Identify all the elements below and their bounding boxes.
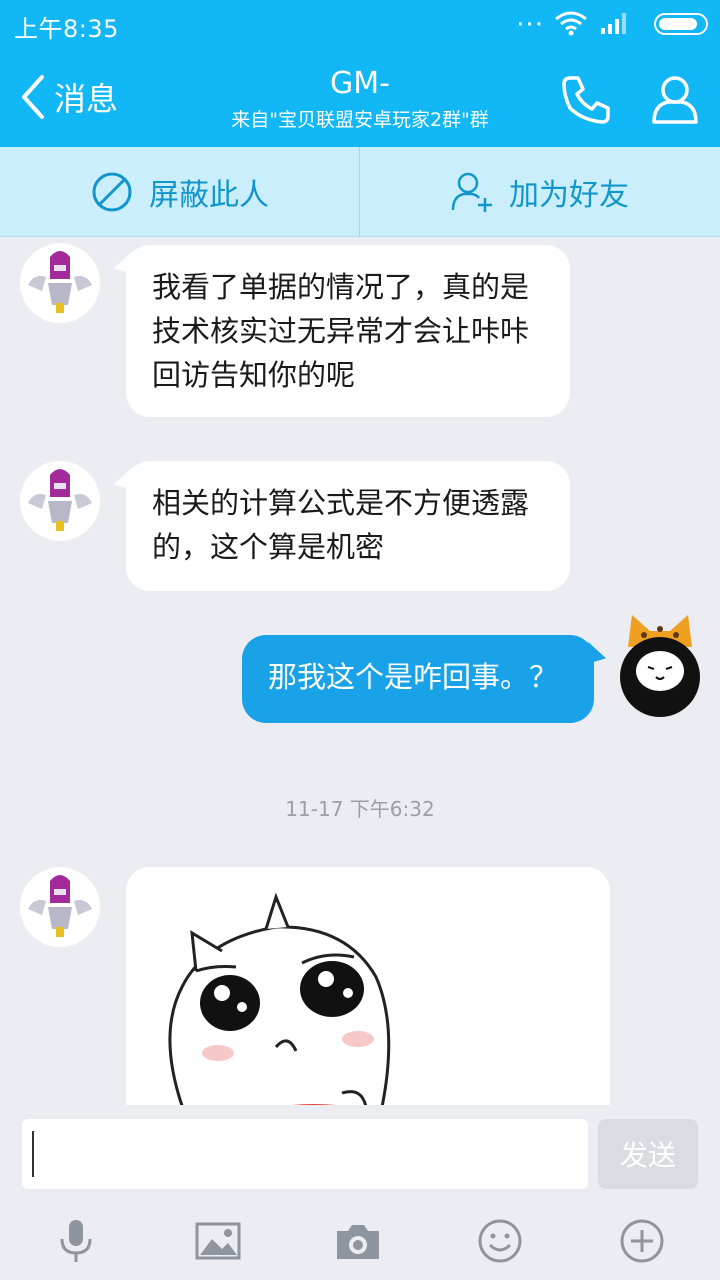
page-subtitle: 来自"宝贝联盟安卓玩家2群"群: [231, 109, 489, 131]
message-bubble-incoming[interactable]: 我看了单据的情况了，真的是技术核实过无异常才会让咔咔回访告知你的呢: [126, 245, 570, 417]
block-user-label: 屏蔽此人: [149, 178, 269, 213]
action-bar: 屏蔽此人 加为好友: [0, 147, 720, 237]
status-time: 上午8:35: [14, 15, 119, 43]
plus-icon[interactable]: [618, 1217, 666, 1265]
block-icon: [92, 172, 132, 212]
contact-avatar-image: [20, 243, 100, 323]
add-friend-icon: [451, 172, 492, 212]
block-user-button[interactable]: 屏蔽此人: [0, 147, 360, 237]
chat-header: 消息 GM- 来自"宝贝联盟安卓玩家2群"群: [0, 50, 720, 147]
status-bar: 上午8:35 ···: [0, 0, 720, 50]
user-icon[interactable]: [648, 72, 702, 126]
page-title: GM-: [330, 66, 390, 101]
sticker-image: [168, 892, 391, 1105]
input-bar: 发送: [0, 1105, 720, 1280]
self-avatar-image: [620, 615, 700, 717]
battery-icon: [654, 13, 708, 35]
message-image-bubble[interactable]: [126, 867, 610, 1105]
avatar-contact[interactable]: [20, 461, 100, 541]
phone-icon[interactable]: [560, 72, 614, 126]
title-block: GM- 来自"宝贝联盟安卓玩家2群"群: [180, 64, 540, 134]
more-dots-icon: ···: [516, 10, 544, 40]
add-friend-button[interactable]: 加为好友: [360, 147, 720, 237]
message-input[interactable]: [22, 1119, 588, 1189]
avatar-contact[interactable]: [20, 243, 100, 323]
text-caret: [32, 1131, 34, 1177]
message-bubble-incoming[interactable]: 相关的计算公式是不方便透露的，这个算是机密: [126, 461, 570, 591]
microphone-icon[interactable]: [52, 1217, 100, 1265]
contact-avatar-image: [20, 867, 100, 947]
avatar-self[interactable]: [620, 613, 700, 717]
message-timestamp: 11-17 下午6:32: [285, 797, 435, 821]
emoji-icon[interactable]: [476, 1217, 524, 1265]
wifi-icon: [555, 11, 587, 36]
camera-icon[interactable]: [334, 1217, 382, 1265]
image-icon[interactable]: [194, 1217, 242, 1265]
avatar-contact[interactable]: [20, 867, 100, 947]
back-button[interactable]: 消息: [18, 72, 118, 122]
chevron-left-icon: [22, 75, 44, 119]
signal-icon: [601, 13, 626, 34]
contact-avatar-image: [20, 461, 100, 541]
chat-messages[interactable]: 我看了单据的情况了，真的是技术核实过无异常才会让咔咔回访告知你的呢 相关的计算公…: [0, 237, 720, 1105]
back-label: 消息: [54, 80, 119, 118]
send-button[interactable]: 发送: [598, 1119, 698, 1189]
add-friend-label: 加为好友: [509, 178, 629, 213]
message-bubble-outgoing[interactable]: 那我这个是咋回事。？: [242, 635, 594, 723]
